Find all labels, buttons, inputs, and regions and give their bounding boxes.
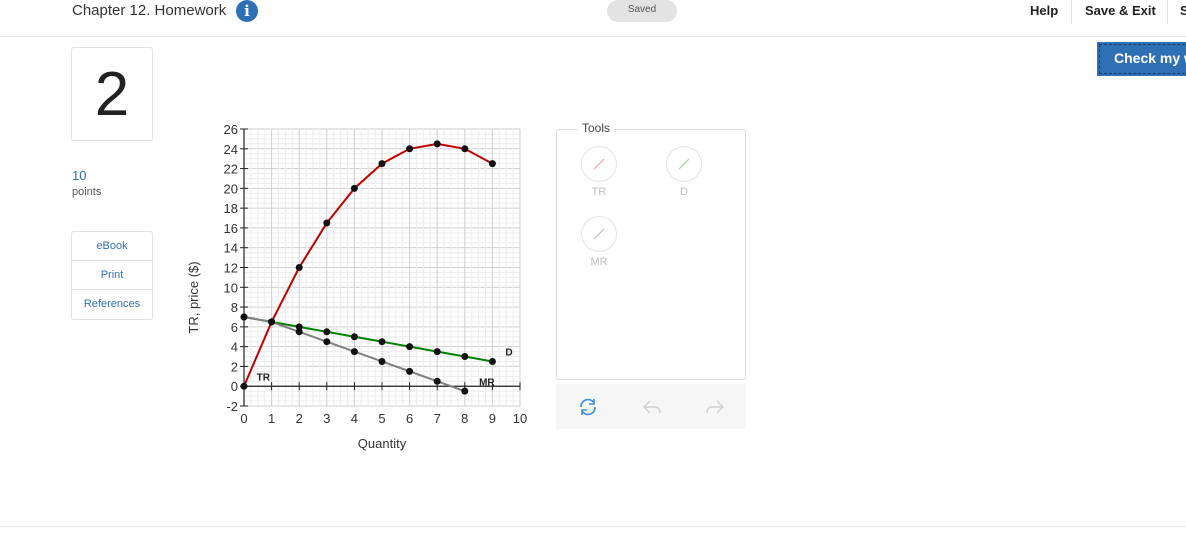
mr-point — [268, 318, 276, 326]
d-point — [350, 333, 358, 341]
mr-point — [378, 357, 386, 365]
d-point — [461, 353, 469, 361]
x-tick-label: 4 — [351, 411, 358, 426]
points-label: points — [72, 186, 102, 198]
divider — [1071, 0, 1072, 24]
tr-series-label: TR — [257, 372, 271, 383]
tr-line-icon — [581, 146, 617, 182]
y-tick-label: 12 — [224, 261, 238, 276]
ebook-link[interactable]: eBook — [72, 232, 152, 261]
question-number: 2 — [71, 47, 153, 141]
print-link[interactable]: Print — [72, 261, 152, 290]
x-axis-label: Quantity — [358, 436, 407, 451]
references-link[interactable]: References — [72, 290, 152, 319]
x-tick-label: 1 — [268, 411, 275, 426]
assignment-title: Chapter 12. Homework — [72, 2, 227, 19]
info-icon[interactable]: i — [236, 0, 258, 22]
undo-icon[interactable] — [641, 396, 663, 418]
tr-point — [461, 145, 469, 153]
mr-point — [350, 348, 358, 356]
y-tick-label: 16 — [224, 221, 238, 236]
mr-point — [461, 387, 469, 395]
tool-label: D — [680, 186, 688, 198]
x-tick-label: 3 — [323, 411, 330, 426]
x-tick-label: 8 — [461, 411, 468, 426]
help-link[interactable]: Help — [1030, 3, 1058, 18]
mr-series-label: MR — [479, 377, 495, 388]
x-tick-label: 6 — [406, 411, 413, 426]
y-tick-label: 0 — [231, 379, 238, 394]
divider — [1167, 0, 1168, 24]
tool-label: MR — [590, 256, 608, 268]
y-tick-label: 22 — [224, 162, 238, 177]
tool-label: TR — [591, 186, 607, 198]
y-tick-label: 6 — [231, 320, 238, 335]
top-bar: Chapter 12. Homework i Saved Help Save &… — [0, 0, 1186, 37]
y-tick-label: 26 — [224, 122, 238, 137]
x-tick-label: 0 — [240, 411, 247, 426]
tr-point — [350, 184, 358, 192]
d-line-icon — [666, 146, 702, 182]
x-tick-label: 7 — [434, 411, 441, 426]
y-tick-label: 14 — [224, 241, 238, 256]
tools-title: Tools — [578, 121, 615, 135]
tr-point — [488, 160, 496, 168]
points-value: 10 — [72, 168, 87, 183]
mr-point — [406, 367, 414, 375]
tr-point — [433, 140, 441, 148]
mr-point — [240, 313, 248, 321]
d-series-label: D — [505, 348, 512, 359]
y-tick-label: 24 — [224, 142, 238, 157]
graph-canvas[interactable]: 0 1 2 3 4 5 6 7 8 9 10-202468101214161820222426Qua… — [180, 115, 550, 460]
d-point — [406, 343, 414, 351]
y-tick-label: 20 — [224, 181, 238, 196]
tr-tool[interactable]: TR — [581, 146, 617, 198]
mr-tool[interactable]: MR — [581, 216, 617, 268]
d-point — [323, 328, 331, 336]
d-point — [488, 357, 496, 365]
resource-links: eBook Print References — [71, 231, 153, 320]
y-tick-label: 8 — [231, 300, 238, 315]
graph-action-bar — [556, 384, 746, 429]
mr-point — [295, 328, 303, 336]
y-tick-label: 2 — [231, 359, 238, 374]
y-tick-label: 10 — [224, 280, 238, 295]
saved-status-badge: Saved — [607, 0, 677, 22]
y-tick-label: 4 — [231, 340, 238, 355]
tr-point — [378, 160, 386, 168]
x-tick-label: 9 — [489, 411, 496, 426]
save-exit-link[interactable]: Save & Exit — [1085, 3, 1156, 18]
y-tick-label: 18 — [224, 201, 238, 216]
mr-line-icon — [581, 216, 617, 252]
d-point — [378, 338, 386, 346]
reset-icon[interactable] — [577, 396, 599, 418]
d-tool[interactable]: D — [666, 146, 702, 198]
footer-divider — [0, 526, 1186, 527]
tr-point — [295, 264, 303, 271]
y-axis-label: TR, price ($) — [186, 261, 201, 333]
x-tick-label: 10 — [513, 411, 527, 426]
mr-point — [323, 338, 331, 346]
y-tick-label: -2 — [226, 399, 238, 414]
tr-point — [406, 145, 414, 153]
submit-link[interactable]: S — [1180, 3, 1186, 18]
x-tick-label: 5 — [378, 411, 385, 426]
d-point — [433, 348, 441, 356]
tr-point — [323, 219, 331, 227]
redo-icon[interactable] — [704, 396, 726, 418]
x-tick-label: 2 — [296, 411, 303, 426]
mr-point — [433, 377, 441, 385]
tr-point — [240, 382, 248, 390]
check-my-work-button[interactable]: Check my w — [1097, 42, 1186, 76]
